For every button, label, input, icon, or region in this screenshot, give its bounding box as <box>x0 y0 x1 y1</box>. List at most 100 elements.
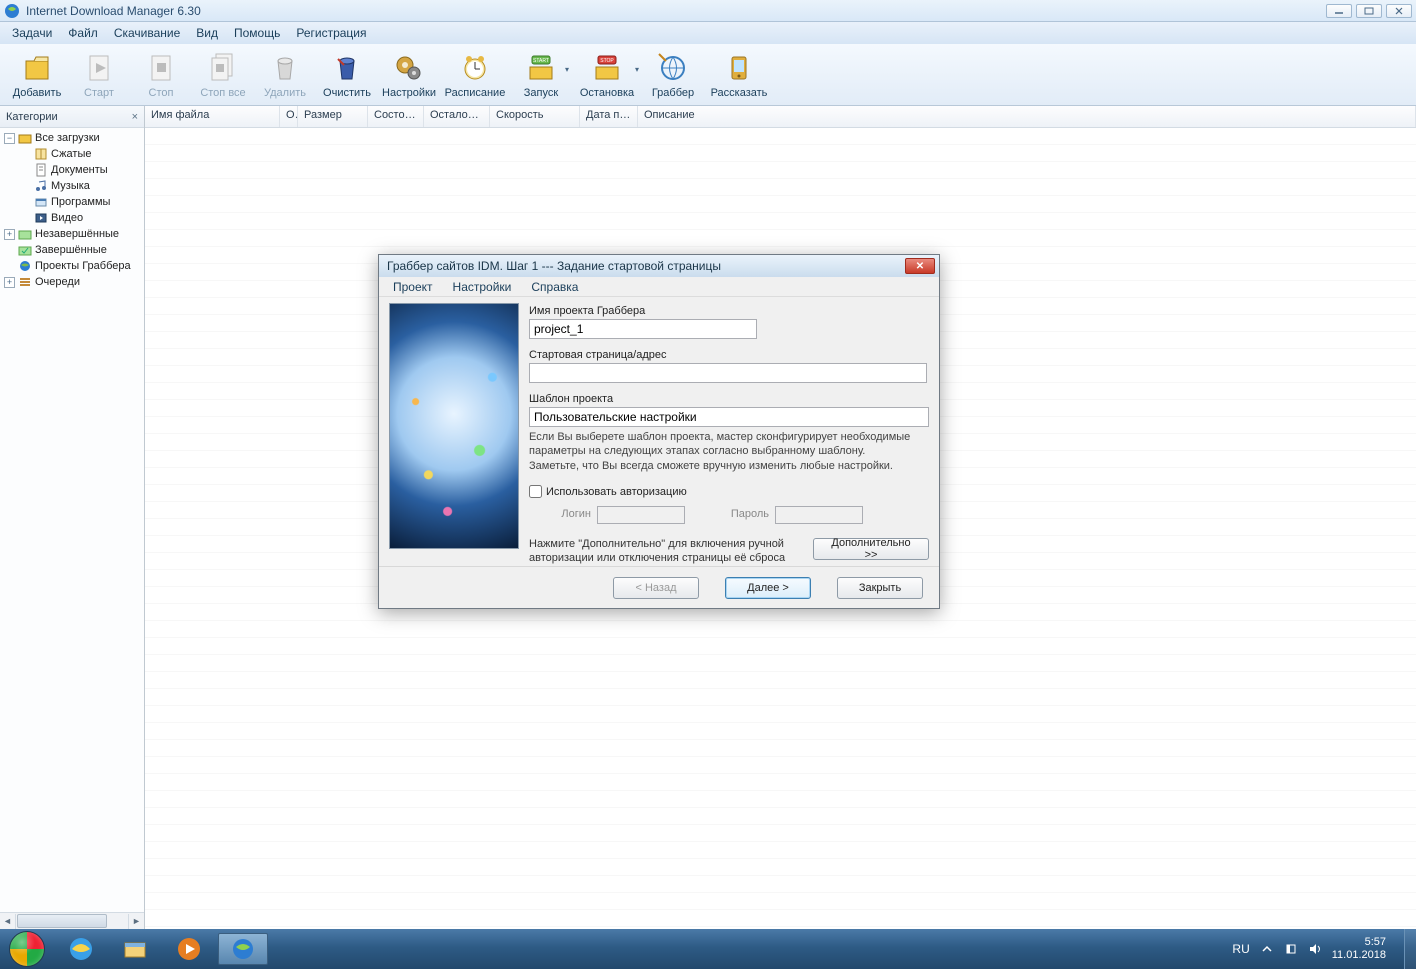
next-button[interactable]: Далее > <box>725 577 811 599</box>
close-dialog-button[interactable]: Закрыть <box>837 577 923 599</box>
toolbar-grabber[interactable]: Граббер <box>642 46 704 104</box>
menu-file[interactable]: Файл <box>60 24 106 42</box>
expand-icon[interactable]: + <box>4 229 15 240</box>
project-name-label: Имя проекта Граббера <box>529 305 929 317</box>
dialog-titlebar[interactable]: Граббер сайтов IDM. Шаг 1 --- Задание ст… <box>379 255 939 277</box>
toolbar-add[interactable]: Добавить <box>6 46 68 104</box>
folder-check-icon <box>18 243 32 257</box>
language-indicator[interactable]: RU <box>1232 942 1249 956</box>
menu-tasks[interactable]: Задачи <box>4 24 60 42</box>
col-speed[interactable]: Скорость <box>490 106 580 127</box>
tree-node-unfinished[interactable]: + Незавершённые <box>0 226 144 242</box>
col-remaining[interactable]: Осталось … <box>424 106 490 127</box>
tree-node-queues[interactable]: + Очереди <box>0 274 144 290</box>
dialog-menu-help[interactable]: Справка <box>521 279 588 295</box>
tree-node-grabber[interactable]: Проекты Граббера <box>0 258 144 274</box>
tree-node-music[interactable]: Музыка <box>0 178 144 194</box>
toolbar-cleanup[interactable]: Очистить <box>316 46 378 104</box>
archive-icon <box>34 147 48 161</box>
windows-orb-icon <box>9 931 45 967</box>
toolbar-tell[interactable]: Рассказать <box>704 46 774 104</box>
gear-icon <box>392 51 426 85</box>
stop-file-icon <box>144 51 178 85</box>
chevron-down-icon[interactable]: ▾ <box>565 65 569 74</box>
folder-icon <box>18 131 32 145</box>
tray-arrow-icon[interactable] <box>1260 942 1274 956</box>
chevron-down-icon[interactable]: ▾ <box>635 65 639 74</box>
start-page-input[interactable] <box>529 363 927 383</box>
action-center-icon[interactable] <box>1284 942 1298 956</box>
menu-register[interactable]: Регистрация <box>288 24 374 42</box>
use-auth-checkbox[interactable] <box>529 485 542 498</box>
document-icon <box>34 163 48 177</box>
sidebar-close-icon[interactable]: × <box>132 111 138 123</box>
sidebar-scrollbar[interactable]: ◄ ► <box>0 912 144 929</box>
toolbar-startqueue[interactable]: START Запуск ▾ <box>510 46 572 104</box>
col-desc[interactable]: Описание <box>638 106 1416 127</box>
dialog-menu-project[interactable]: Проект <box>383 279 443 295</box>
menu-view[interactable]: Вид <box>188 24 226 42</box>
svg-text:START: START <box>533 58 549 64</box>
tree-node-video[interactable]: Видео <box>0 210 144 226</box>
minimize-button[interactable] <box>1326 4 1352 18</box>
menu-download[interactable]: Скачивание <box>106 24 188 42</box>
cleanup-icon <box>330 51 364 85</box>
dialog-illustration <box>389 303 519 549</box>
col-date[interactable]: Дата по… <box>580 106 638 127</box>
template-select[interactable]: Пользовательские настройки <box>529 407 929 427</box>
tellfriend-icon <box>722 51 756 85</box>
col-size[interactable]: Размер <box>298 106 368 127</box>
tree-node-programs[interactable]: Программы <box>0 194 144 210</box>
toolbar-stopall[interactable]: Стоп все <box>192 46 254 104</box>
clock-icon <box>458 51 492 85</box>
dialog-menu-settings[interactable]: Настройки <box>443 279 522 295</box>
toolbar-grabber-label: Граббер <box>652 87 694 99</box>
maximize-button[interactable] <box>1356 4 1382 18</box>
date: 11.01.2018 <box>1332 949 1386 962</box>
toolbar-stopqueue[interactable]: STOP Остановка ▾ <box>572 46 642 104</box>
toolbar-delete[interactable]: Удалить <box>254 46 316 104</box>
close-button[interactable] <box>1386 4 1412 18</box>
toolbar-schedule-label: Расписание <box>445 87 506 99</box>
taskbar-ie[interactable] <box>56 933 106 965</box>
show-desktop-button[interactable] <box>1404 929 1416 969</box>
tree-node-all[interactable]: − Все загрузки <box>0 130 144 146</box>
project-name-input[interactable] <box>529 319 757 339</box>
toolbar-schedule[interactable]: Расписание <box>440 46 510 104</box>
col-q[interactable]: О <box>280 106 298 127</box>
scroll-left-icon[interactable]: ◄ <box>0 914 16 929</box>
toolbar-stopqueue-label: Остановка <box>580 87 634 99</box>
col-state[interactable]: Состоя… <box>368 106 424 127</box>
sidebar-header: Категории × <box>0 106 144 128</box>
collapse-icon[interactable]: − <box>4 133 15 144</box>
col-filename[interactable]: Имя файла <box>145 106 280 127</box>
back-button[interactable]: < Назад <box>613 577 699 599</box>
advanced-button[interactable]: Дополнительно >> <box>813 538 929 560</box>
stopqueue-icon: STOP <box>590 51 624 85</box>
taskbar-explorer[interactable] <box>110 933 160 965</box>
volume-icon[interactable] <box>1308 942 1322 956</box>
tree-node-documents[interactable]: Документы <box>0 162 144 178</box>
start-page-label: Стартовая страница/адрес <box>529 349 929 361</box>
tree-node-compressed[interactable]: Сжатые <box>0 146 144 162</box>
window-title: Internet Download Manager 6.30 <box>26 4 1326 18</box>
sidebar-title: Категории <box>6 111 58 123</box>
clock[interactable]: 5:57 11.01.2018 <box>1332 936 1386 961</box>
scroll-right-icon[interactable]: ► <box>128 914 144 929</box>
sidebar: Категории × − Все загрузки Сжатые Докуме… <box>0 106 145 929</box>
toolbar-start[interactable]: Старт <box>68 46 130 104</box>
toolbar-stop[interactable]: Стоп <box>130 46 192 104</box>
menu-help[interactable]: Помощь <box>226 24 288 42</box>
expand-icon[interactable]: + <box>4 277 15 288</box>
dialog-footer: < Назад Далее > Закрыть <box>379 566 939 608</box>
taskbar-mediaplayer[interactable] <box>164 933 214 965</box>
startqueue-icon: START <box>524 51 558 85</box>
toolbar-settings[interactable]: Настройки <box>378 46 440 104</box>
tree-node-finished[interactable]: Завершённые <box>0 242 144 258</box>
dialog-close-button[interactable]: ✕ <box>905 258 935 274</box>
taskbar-idm[interactable] <box>218 933 268 965</box>
scroll-thumb[interactable] <box>17 914 107 928</box>
login-input <box>597 506 685 524</box>
start-button[interactable] <box>0 929 54 969</box>
grabber-dialog: Граббер сайтов IDM. Шаг 1 --- Задание ст… <box>378 254 940 609</box>
